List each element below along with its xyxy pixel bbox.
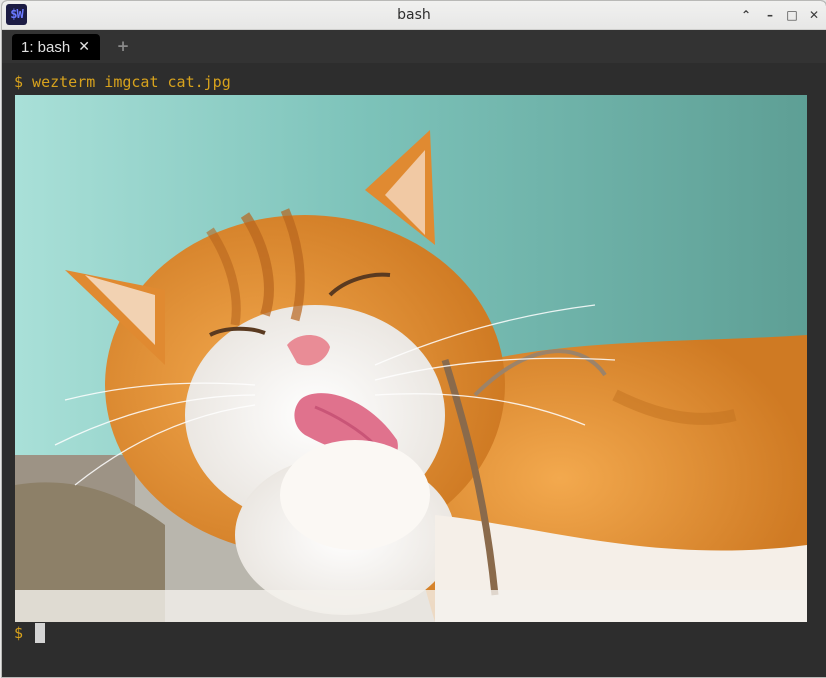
tab-close-icon[interactable]: ✕	[78, 40, 90, 54]
tab-title: 1: bash	[21, 38, 71, 56]
window-title: bash	[397, 7, 431, 23]
terminal-pane[interactable]: $ wezterm imgcat cat.jpg $	[2, 63, 826, 677]
prompt: $	[14, 624, 33, 642]
tab-bar: 1: bash ✕ +	[2, 30, 826, 63]
title-bar[interactable]: $W bash ⌃ – □ ✕	[2, 1, 826, 30]
maximize-button[interactable]: □	[783, 6, 801, 24]
command-line: $ wezterm imgcat cat.jpg	[14, 73, 231, 91]
text-cursor	[35, 623, 45, 643]
collapse-button[interactable]: ⌃	[737, 6, 755, 24]
terminal-window: $W bash ⌃ – □ ✕ 1: bash ✕ + $ wezterm im…	[1, 0, 826, 678]
minimize-button[interactable]: –	[761, 6, 779, 24]
cat-image	[15, 95, 807, 622]
close-button[interactable]: ✕	[805, 6, 823, 24]
tab-bash[interactable]: 1: bash ✕	[12, 34, 100, 60]
cat-illustration	[15, 95, 807, 622]
new-tab-button[interactable]: +	[116, 37, 130, 55]
